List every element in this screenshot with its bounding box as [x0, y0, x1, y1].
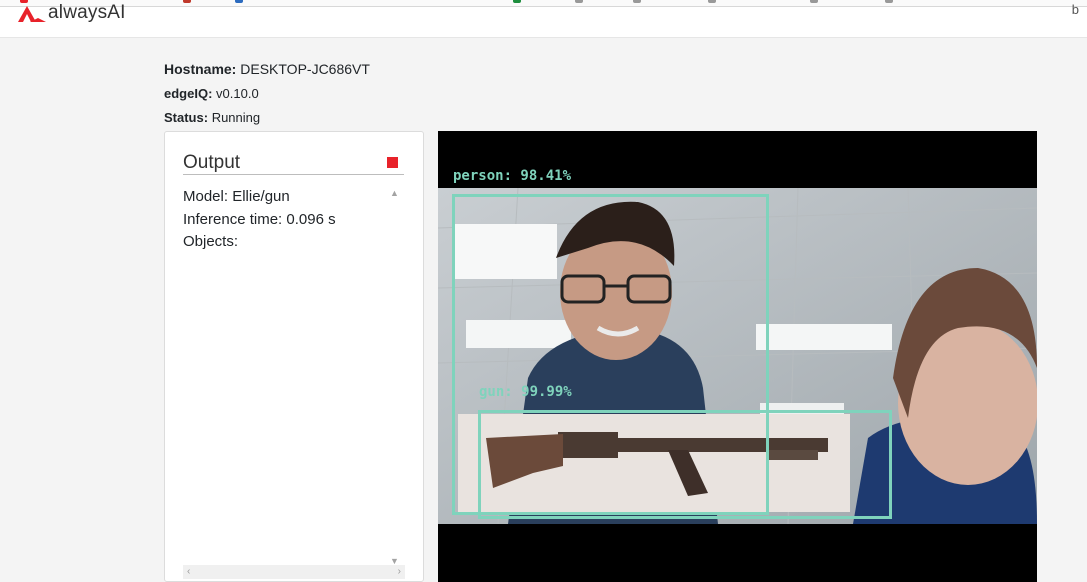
horizontal-scrollbar[interactable]: ‹ ›: [183, 565, 405, 579]
edgeiq-line: edgeIQ: v0.10.0: [164, 86, 259, 101]
logo-text: alwaysAI: [48, 2, 126, 23]
scroll-right-icon[interactable]: ›: [398, 566, 401, 577]
app-header: alwaysAI b: [0, 0, 1087, 38]
corner-text: b: [1071, 2, 1079, 17]
stop-button[interactable]: [387, 157, 398, 168]
status-value: Running: [211, 110, 261, 125]
scroll-up-icon[interactable]: ▲: [390, 188, 399, 198]
output-panel: Output Model: Ellie/gun Inference time: …: [164, 131, 424, 582]
vertical-scrollbar[interactable]: ▲ ▼: [387, 188, 402, 566]
hostname-line: Hostname: DESKTOP-JC686VT: [164, 61, 370, 77]
edgeiq-version: v0.10.0: [216, 86, 259, 101]
hostname-label: Hostname:: [164, 61, 237, 77]
model-line: Model: Ellie/gun: [183, 188, 290, 205]
inference-time-line: Inference time: 0.096 s: [183, 210, 336, 228]
edgeiq-label: edgeIQ:: [164, 86, 213, 101]
hostname-value: DESKTOP-JC686VT: [240, 61, 370, 77]
gun-bounding-box: [478, 410, 892, 519]
alwaysai-logo-icon: [18, 6, 46, 22]
browser-tab-strip: [0, 0, 1087, 7]
output-title: Output: [183, 152, 241, 173]
video-stream: person: 98.41% gun: 99.99%: [438, 131, 1037, 582]
output-log[interactable]: Model: Ellie/gun Inference time: 0.096 s…: [183, 186, 403, 579]
alwaysai-logo[interactable]: alwaysAI: [16, 2, 126, 24]
person-detection-label: person: 98.41%: [453, 168, 572, 184]
scroll-left-icon[interactable]: ‹: [187, 566, 190, 577]
objects-line: Objects:: [183, 233, 239, 250]
status-line: Status: Running: [164, 110, 260, 125]
gun-detection-label: gun: 99.99%: [479, 384, 572, 400]
title-divider: [183, 174, 404, 175]
status-label: Status:: [164, 110, 209, 125]
